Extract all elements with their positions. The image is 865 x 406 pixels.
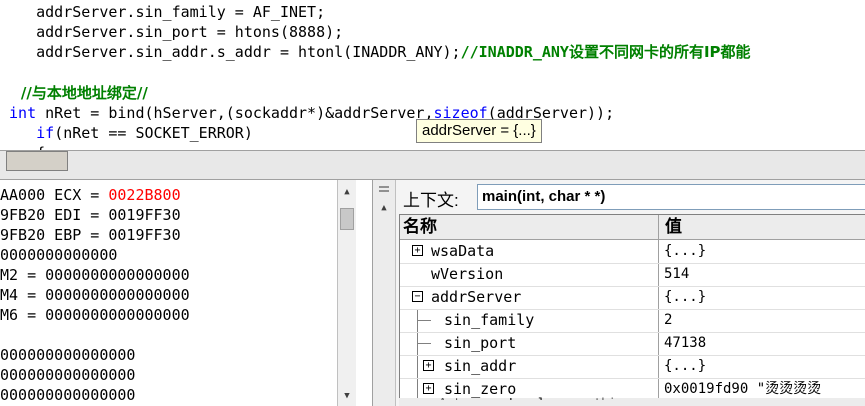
- debug-tabs: Auto Locals this: [399, 396, 865, 406]
- code-line-1: addrServer.sin_family = AF_INET;: [0, 3, 326, 21]
- variable-name: wsaData: [431, 242, 495, 260]
- context-dropdown[interactable]: main(int, char * *): [477, 184, 865, 210]
- code-comment: //INADDR_ANY: [460, 43, 569, 61]
- up-arrow-icon[interactable]: ▲: [339, 184, 355, 200]
- variable-name: sin_family: [444, 311, 535, 329]
- locals-side-scrollbar[interactable]: ▲: [373, 180, 396, 406]
- code-line-2: addrServer.sin_port = htons(8888);: [0, 23, 344, 41]
- register-line: M4 = 0000000000000000: [0, 286, 190, 304]
- tab-auto[interactable]: Auto: [439, 392, 468, 400]
- variable-value[interactable]: {...}: [664, 240, 706, 263]
- table-row[interactable]: wVersion 514: [400, 263, 865, 287]
- code-comment-cn: 设置不同网卡的所有IP都能: [568, 43, 751, 61]
- context-label: 上下文:: [403, 191, 459, 210]
- register-changed-value: 0022B800: [108, 186, 181, 204]
- comment-text: //与本地地址绑定//: [0, 84, 148, 102]
- code-line-3: addrServer.sin_addr.s_addr = htonl(INADD…: [0, 42, 751, 62]
- variable-value[interactable]: 2: [664, 309, 672, 332]
- variable-value[interactable]: {...}: [664, 355, 706, 378]
- if-rest: (nRet == SOCKET_ERROR): [54, 124, 253, 142]
- variable-name: sin_addr: [444, 357, 517, 375]
- keyword-int: int: [9, 104, 37, 122]
- datatip-tooltip[interactable]: addrServer = {...}: [416, 119, 542, 143]
- register-line: 000000000000000: [0, 346, 136, 364]
- grid-header: 名称 值: [400, 215, 865, 240]
- code-text: addrServer.sin_addr.s_addr = htonl(INADD…: [0, 43, 461, 61]
- bind-before: nRet = bind(hServer,(sockaddr*): [36, 104, 326, 122]
- minus-icon[interactable]: −: [412, 291, 423, 302]
- register-line: 000000000000000: [0, 366, 136, 384]
- tab-locals[interactable]: Locals: [509, 392, 552, 400]
- code-editor[interactable]: addrServer.sin_family = AF_INET; addrSer…: [0, 0, 865, 150]
- variable-value[interactable]: 514: [664, 263, 689, 286]
- register-line: M6 = 0000000000000000: [0, 306, 190, 324]
- down-arrow-icon[interactable]: ▼: [339, 388, 355, 404]
- column-header-name[interactable]: 名称: [400, 215, 437, 239]
- registers-scrollbar[interactable]: ▲ ▼: [337, 180, 356, 406]
- plus-icon[interactable]: +: [423, 383, 434, 394]
- register-line: 0000000000000: [0, 246, 118, 264]
- plus-icon[interactable]: +: [412, 245, 423, 256]
- code-comment-line: //与本地地址绑定//: [0, 83, 148, 103]
- code-line-if: if(nRet == SOCKET_ERROR): [0, 123, 253, 143]
- register-line: 000000000000000: [0, 386, 136, 404]
- register-text: AA000 ECX =: [0, 186, 109, 204]
- variable-name: wVersion: [431, 265, 504, 283]
- register-line: 9FB20 EDI = 0019FF30: [0, 206, 181, 224]
- table-row[interactable]: + sin_addr {...}: [400, 355, 865, 379]
- tree-line: [417, 320, 431, 321]
- splitter-handle[interactable]: [6, 151, 68, 171]
- register-line: 9FB20 EBP = 0019FF30: [0, 226, 181, 244]
- register-line: AA000 ECX = 0022B800: [0, 185, 181, 205]
- locals-window[interactable]: ▲ 上下文: main(int, char * *) 名称 值 + wsaDat…: [372, 180, 865, 406]
- scroll-thumb[interactable]: [340, 208, 354, 230]
- table-row[interactable]: − addrServer {...}: [400, 286, 865, 310]
- variable-name: sin_port: [444, 334, 517, 352]
- plus-icon[interactable]: +: [423, 360, 434, 371]
- grip-icon: [379, 190, 389, 192]
- column-header-value[interactable]: 值: [662, 215, 682, 239]
- code-line-partial: {: [0, 143, 45, 150]
- pane-splitter[interactable]: [0, 150, 865, 180]
- table-row[interactable]: + wsaData {...}: [400, 240, 865, 264]
- up-arrow-icon[interactable]: ▲: [376, 200, 392, 216]
- variable-value[interactable]: {...}: [664, 286, 706, 309]
- keyword-if: if: [36, 124, 55, 142]
- table-row[interactable]: sin_family 2: [400, 309, 865, 333]
- grip-icon: [379, 186, 389, 188]
- tab-this[interactable]: this: [594, 392, 623, 400]
- registers-window[interactable]: AA000 ECX = 0022B800 9FB20 EDI = 0019FF3…: [0, 180, 337, 406]
- locals-grid[interactable]: 名称 值 + wsaData {...} wVersion 514 − addr…: [399, 214, 865, 406]
- tree-line: [417, 343, 431, 344]
- variable-name: addrServer: [431, 288, 522, 306]
- register-line: M2 = 0000000000000000: [0, 266, 190, 284]
- variable-value[interactable]: 47138: [664, 332, 706, 355]
- table-row[interactable]: sin_port 47138: [400, 332, 865, 356]
